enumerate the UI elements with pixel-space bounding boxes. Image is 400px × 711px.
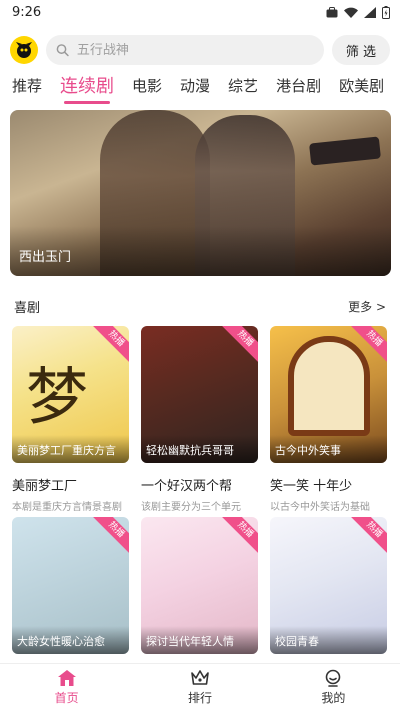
hot-badge: 热播 (219, 326, 258, 365)
video-thumbnail: 热播 大龄女性暖心治愈 (12, 517, 129, 654)
home-icon (57, 670, 76, 686)
filter-button[interactable]: 筛 选 (332, 35, 390, 65)
profile-icon (326, 669, 341, 687)
search-box[interactable] (46, 35, 324, 65)
video-card[interactable]: 热播 轻松幽默抗兵哥哥 一个好汉两个帮 该剧主要分为三个单元 (141, 326, 258, 513)
featured-banner[interactable]: 西出玉门 (10, 110, 391, 276)
signal-icon (364, 6, 376, 18)
card-desc: 以古今中外笑话为基础 (270, 502, 370, 513)
thumbnail-caption: 探讨当代年轻人情 (146, 635, 234, 648)
search-input[interactable] (76, 42, 314, 58)
banner-title: 西出玉门 (19, 250, 72, 265)
app-logo[interactable] (10, 36, 38, 64)
tab-variety[interactable]: 综艺 (228, 75, 258, 106)
tab-western[interactable]: 欧美剧 (339, 75, 384, 106)
briefcase-icon (326, 6, 338, 17)
section-header: 喜剧 更多 > (14, 296, 386, 316)
nav-home[interactable]: 首页 (0, 664, 133, 711)
search-icon (56, 44, 69, 57)
thumbnail-caption: 古今中外笑事 (275, 444, 341, 457)
category-tabs: 推荐 连续剧 电影 动漫 综艺 港台剧 欧美剧 日 (0, 70, 400, 106)
card-title: 美丽梦工厂 (12, 479, 78, 494)
video-card[interactable]: 梦 热播 美丽梦工厂重庆方言 美丽梦工厂 本剧是重庆方言情景喜剧 (12, 326, 129, 513)
video-card[interactable]: 热播 古今中外笑事 笑一笑 十年少 以古今中外笑话为基础 (270, 326, 387, 513)
poster-art: 梦 (26, 360, 89, 433)
video-card[interactable]: 热播 大龄女性暖心治愈 (12, 517, 129, 654)
bottom-nav: 首页 排行 我的 (0, 663, 400, 711)
tab-movie[interactable]: 电影 (132, 75, 162, 106)
thumbnail-caption: 校园青春 (275, 635, 319, 648)
more-link[interactable]: 更多 > (348, 298, 386, 315)
hot-badge: 热播 (90, 517, 129, 556)
search-row: 筛 选 (0, 34, 400, 66)
video-thumbnail: 热播 古今中外笑事 (270, 326, 387, 463)
hot-badge: 热播 (90, 326, 129, 365)
wifi-icon (344, 7, 358, 18)
card-desc: 本剧是重庆方言情景喜剧 (12, 502, 122, 513)
crown-icon (191, 670, 209, 685)
video-thumbnail: 热播 校园青春 (270, 517, 387, 654)
nav-home-label: 首页 (54, 691, 79, 705)
tab-series[interactable]: 连续剧 (60, 72, 114, 106)
video-card[interactable]: 热播 探讨当代年轻人情 (141, 517, 258, 654)
thumbnail-caption: 美丽梦工厂重庆方言 (17, 444, 116, 457)
video-card[interactable]: 热播 校园青春 (270, 517, 387, 654)
thumbnail-caption: 大龄女性暖心治愈 (17, 635, 105, 648)
card-desc: 该剧主要分为三个单元 (141, 502, 241, 513)
app-logo-icon (16, 42, 32, 58)
hot-badge: 热播 (348, 517, 387, 556)
poster-frame (288, 336, 370, 436)
section-title: 喜剧 (14, 300, 41, 316)
banner-prop (309, 136, 381, 166)
tab-anime[interactable]: 动漫 (180, 75, 210, 106)
nav-ranking-label: 排行 (187, 691, 212, 705)
battery-icon (382, 5, 390, 19)
tab-hk-tw[interactable]: 港台剧 (276, 75, 321, 106)
status-bar: 9:26 (0, 0, 400, 24)
thumbnail-caption: 轻松幽默抗兵哥哥 (146, 444, 234, 457)
video-thumbnail: 热播 轻松幽默抗兵哥哥 (141, 326, 258, 463)
nav-profile-label: 我的 (321, 691, 346, 705)
nav-ranking[interactable]: 排行 (133, 664, 266, 711)
video-thumbnail: 热播 探讨当代年轻人情 (141, 517, 258, 654)
status-time: 9:26 (12, 4, 42, 20)
video-thumbnail: 梦 热播 美丽梦工厂重庆方言 (12, 326, 129, 463)
card-title: 笑一笑 十年少 (270, 479, 353, 494)
status-icons (326, 5, 390, 19)
card-title: 一个好汉两个帮 (141, 479, 233, 494)
hot-badge: 热播 (219, 517, 258, 556)
tab-recommend[interactable]: 推荐 (12, 75, 42, 106)
nav-profile[interactable]: 我的 (267, 664, 400, 711)
